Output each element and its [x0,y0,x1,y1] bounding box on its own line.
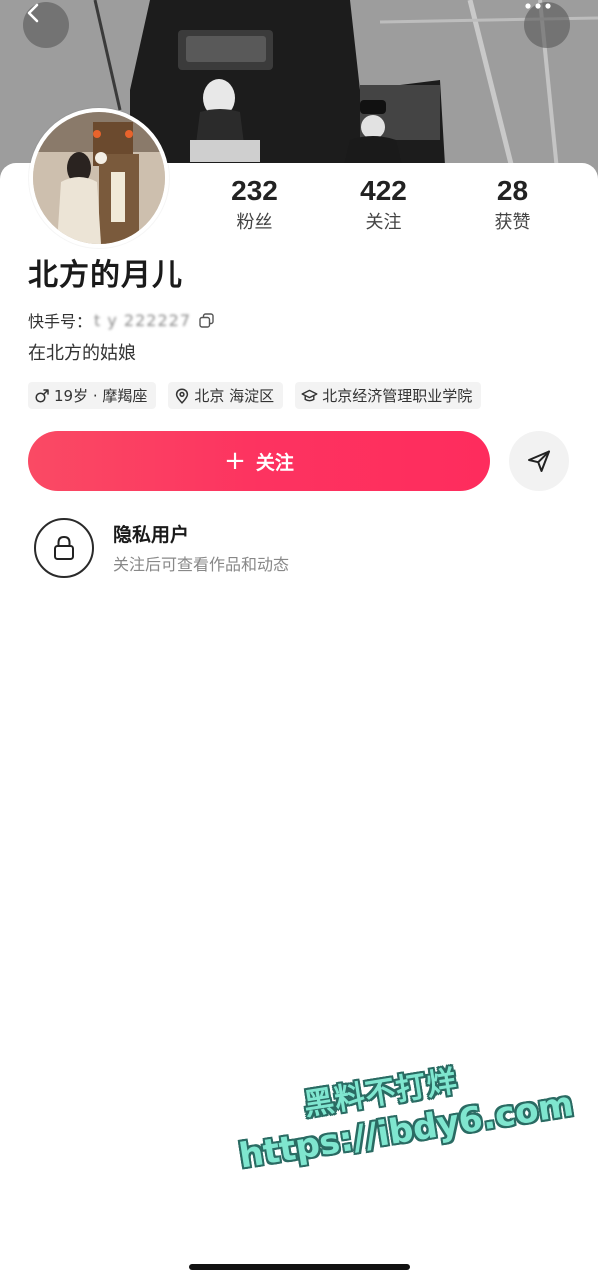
stat-likes[interactable]: 28 获赞 [448,175,577,241]
uid-label: 快手号： [28,312,93,331]
private-subtitle: 关注后可查看作品和动态 [113,554,290,574]
profile-tags: 19岁 · 摩羯座 北京 海淀区 北京经济管理职业学院 [28,382,482,409]
location-pin-icon [176,387,189,404]
home-indicator[interactable] [189,1264,410,1270]
back-button[interactable] [23,2,69,48]
lock-icon [54,535,74,560]
stat-value: 232 [231,175,278,206]
avatar-image [33,112,165,244]
graduation-cap-icon [301,389,318,401]
send-icon [528,450,550,472]
stat-followers[interactable]: 232 粉丝 [190,175,319,241]
tag-school: 北京经济管理职业学院 [295,382,482,409]
private-notice: 隐私用户 关注后可查看作品和动态 [34,518,289,578]
stat-value: 28 [496,175,529,206]
male-icon [35,388,49,403]
uid-row: 快手号： t y 222227 [28,308,214,332]
stat-value: 422 [360,175,407,206]
profile-name: 北方的月儿 [28,258,183,293]
private-text: 隐私用户 关注后可查看作品和动态 [113,521,289,576]
stat-label: 关注 [365,212,402,233]
tag-text: 19岁 · 摩羯座 [54,387,148,405]
follow-label: 关注 [255,451,294,474]
stat-following[interactable]: 422 关注 [319,175,448,241]
profile-bio: 在北方的姑娘 [28,343,136,364]
tag-text: 北京 海淀区 [194,387,275,405]
avatar[interactable] [29,108,169,248]
share-button[interactable] [509,431,569,491]
more-button[interactable] [524,2,570,48]
follow-button[interactable]: + 关注 [28,431,490,491]
stat-label: 粉丝 [236,212,273,233]
stat-label: 获赞 [494,212,531,233]
tag-age: 19岁 · 摩羯座 [28,382,157,409]
uid-value: t y 222227 [94,310,192,330]
stats-row: 232 粉丝 422 关注 28 获赞 [190,175,578,241]
more-dots-icon [525,3,551,9]
plus-icon: + [224,446,246,476]
chevron-left-icon [27,3,39,23]
tag-text: 北京经济管理职业学院 [322,387,473,405]
tag-location: 北京 海淀区 [168,382,284,409]
private-title: 隐私用户 [113,523,190,546]
lock-badge [34,518,94,578]
copy-icon[interactable] [199,312,214,328]
